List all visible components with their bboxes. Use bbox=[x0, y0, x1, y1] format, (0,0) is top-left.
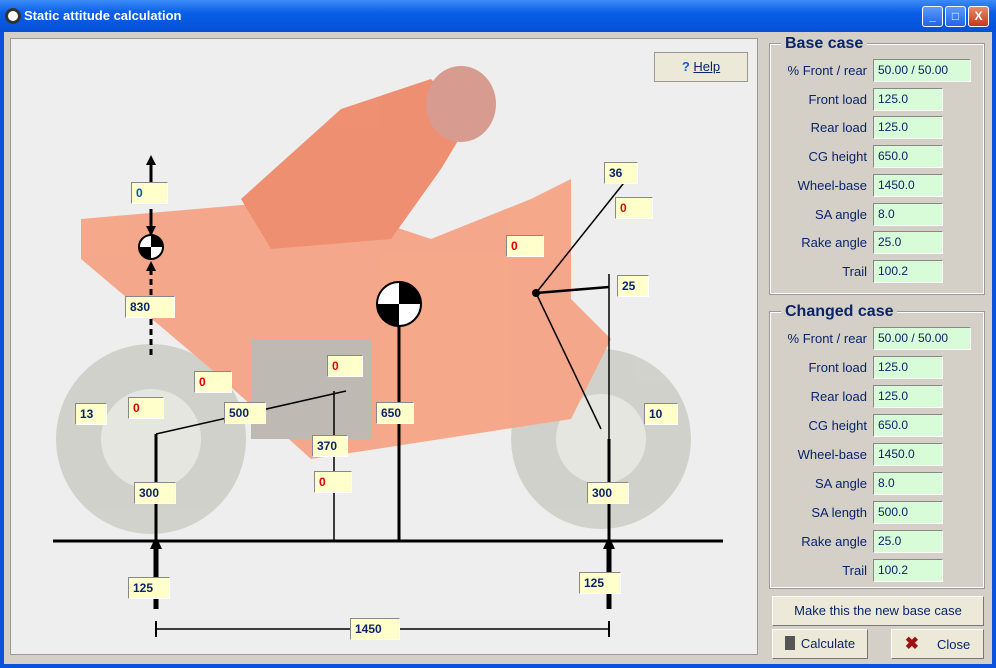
field-row: % Front / rear 50.00 / 50.00 bbox=[771, 59, 985, 83]
field-label: Wheel-base bbox=[797, 447, 867, 462]
close-button[interactable]: ✖ Close bbox=[891, 629, 984, 659]
field-value[interactable]: 125.0 bbox=[873, 385, 943, 408]
bike-drawing bbox=[53, 66, 723, 637]
changed-case-group: Changed case % Front / rear 50.00 / 50.00… bbox=[769, 303, 985, 589]
window-title: Static attitude calculation bbox=[24, 8, 182, 23]
field-row: Wheel-base 1450.0 bbox=[771, 443, 985, 467]
field-label: Rear load bbox=[810, 120, 867, 136]
minimize-button[interactable]: _ bbox=[922, 6, 943, 27]
field-value[interactable]: 100.2 bbox=[873, 559, 943, 582]
field-label: % Front / rear bbox=[787, 63, 867, 78]
value-rear-cg-height[interactable]: 830 bbox=[125, 296, 175, 318]
field-row: CG height 650.0 bbox=[771, 414, 985, 438]
field-row: CG height 650.0 bbox=[771, 145, 985, 169]
cg-symbol bbox=[376, 281, 422, 327]
value-rear-axle-a[interactable]: 0 bbox=[128, 397, 164, 419]
field-label: Trail bbox=[842, 563, 867, 578]
field-value[interactable]: 650.0 bbox=[873, 145, 943, 169]
close-x-icon: ✖ bbox=[904, 634, 919, 653]
close-window-button[interactable]: X bbox=[968, 6, 989, 27]
field-value[interactable]: 500.0 bbox=[873, 501, 943, 524]
field-value[interactable]: 1450.0 bbox=[873, 443, 943, 466]
value-wheelbase[interactable]: 1450 bbox=[350, 618, 400, 640]
value-cg-height[interactable]: 650 bbox=[376, 402, 414, 424]
changed-case-title: Changed case bbox=[781, 303, 898, 321]
field-value[interactable]: 50.00 / 50.00 bbox=[873, 59, 971, 82]
calculate-label: Calculate bbox=[800, 636, 856, 651]
field-value[interactable]: 8.0 bbox=[873, 202, 943, 226]
field-value[interactable]: 25.0 bbox=[873, 231, 943, 255]
field-row: Trail 100.2 bbox=[771, 259, 985, 284]
field-label: SA length bbox=[811, 505, 867, 520]
field-value[interactable]: 125.0 bbox=[873, 356, 943, 379]
field-row: SA angle 8.0 bbox=[771, 472, 985, 496]
value-rear-tilt[interactable]: 13 bbox=[75, 403, 107, 425]
field-row: Front load 125.0 bbox=[771, 356, 985, 380]
field-label: CG height bbox=[808, 149, 867, 165]
title-bar: Static attitude calculation _ □ X bbox=[0, 0, 996, 32]
app-icon bbox=[5, 8, 21, 24]
help-button[interactable]: ? Help bbox=[654, 52, 748, 82]
value-sa-pivot-a[interactable]: 0 bbox=[327, 355, 363, 377]
field-label: Rake angle bbox=[801, 534, 867, 549]
field-label: Front load bbox=[808, 360, 867, 375]
field-row: Rear load 125.0 bbox=[771, 116, 985, 140]
helmet bbox=[426, 66, 496, 142]
field-label: Front load bbox=[808, 91, 867, 107]
field-label: SA angle bbox=[814, 476, 867, 491]
field-row: Front load 125.0 bbox=[771, 87, 985, 112]
help-icon: ? bbox=[681, 59, 690, 74]
field-row: Rake angle 25.0 bbox=[771, 231, 985, 255]
value-front-axle-height[interactable]: 300 bbox=[587, 482, 629, 504]
field-value[interactable]: 1450.0 bbox=[873, 173, 943, 197]
field-row: Rake angle 25.0 bbox=[771, 530, 985, 554]
calculator-icon bbox=[784, 636, 795, 650]
field-label: Rear load bbox=[810, 389, 867, 404]
value-front-load[interactable]: 125 bbox=[579, 572, 621, 594]
value-rear-axle-height[interactable]: 300 bbox=[134, 482, 176, 504]
field-row: Wheel-base 1450.0 bbox=[771, 173, 985, 198]
field-value[interactable]: 50.00 / 50.00 bbox=[873, 327, 971, 350]
window-client: ? Help 0 830 13 0 0 500 0 370 0 650 300 … bbox=[4, 32, 992, 664]
field-value[interactable]: 125.0 bbox=[873, 116, 943, 140]
field-row: SA length 500.0 bbox=[771, 501, 985, 525]
field-value[interactable]: 8.0 bbox=[873, 472, 943, 495]
field-value[interactable]: 25.0 bbox=[873, 530, 943, 553]
base-case-title: Base case bbox=[781, 35, 868, 53]
field-row: Trail 100.2 bbox=[771, 559, 985, 583]
field-row: SA angle 8.0 bbox=[771, 202, 985, 227]
value-steer-head-angle[interactable]: 36 bbox=[604, 162, 638, 184]
field-label: Rake angle bbox=[801, 235, 867, 251]
value-offset[interactable]: 25 bbox=[617, 275, 649, 297]
value-sa-pivot-b[interactable]: 0 bbox=[314, 471, 352, 493]
field-label: Wheel-base bbox=[797, 177, 867, 193]
base-case-group: Base case % Front / rear 50.00 / 50.00 Fro… bbox=[769, 35, 985, 295]
rear-cg-symbol bbox=[138, 234, 164, 260]
value-rear-axle-b[interactable]: 0 bbox=[194, 371, 232, 393]
field-value[interactable]: 650.0 bbox=[873, 414, 943, 437]
field-value[interactable]: 125.0 bbox=[873, 87, 943, 111]
value-steer-head-a[interactable]: 0 bbox=[615, 197, 653, 219]
value-rear-top-force[interactable]: 0 bbox=[131, 182, 168, 204]
close-label: Close bbox=[937, 637, 971, 652]
help-label: Help bbox=[693, 59, 721, 74]
value-rear-load[interactable]: 125 bbox=[128, 577, 170, 599]
field-label: CG height bbox=[808, 418, 867, 433]
calculate-button[interactable]: Calculate bbox=[772, 629, 868, 659]
make-base-case-button[interactable]: Make this the new base case bbox=[772, 596, 984, 626]
field-label: % Front / rear bbox=[787, 331, 867, 346]
value-front-tilt[interactable]: 10 bbox=[644, 403, 678, 425]
motorcycle-diagram: ? Help 0 830 13 0 0 500 0 370 0 650 300 … bbox=[10, 38, 758, 655]
field-row: Rear load 125.0 bbox=[771, 385, 985, 409]
maximize-button[interactable]: □ bbox=[945, 6, 966, 27]
value-sa-length[interactable]: 500 bbox=[224, 402, 266, 424]
value-sa-pivot-height[interactable]: 370 bbox=[312, 435, 348, 457]
field-label: Trail bbox=[842, 263, 867, 279]
field-label: SA angle bbox=[814, 206, 867, 222]
value-steer-head-b[interactable]: 0 bbox=[506, 235, 544, 257]
field-value[interactable]: 100.2 bbox=[873, 259, 943, 283]
field-row: % Front / rear 50.00 / 50.00 bbox=[771, 327, 985, 351]
